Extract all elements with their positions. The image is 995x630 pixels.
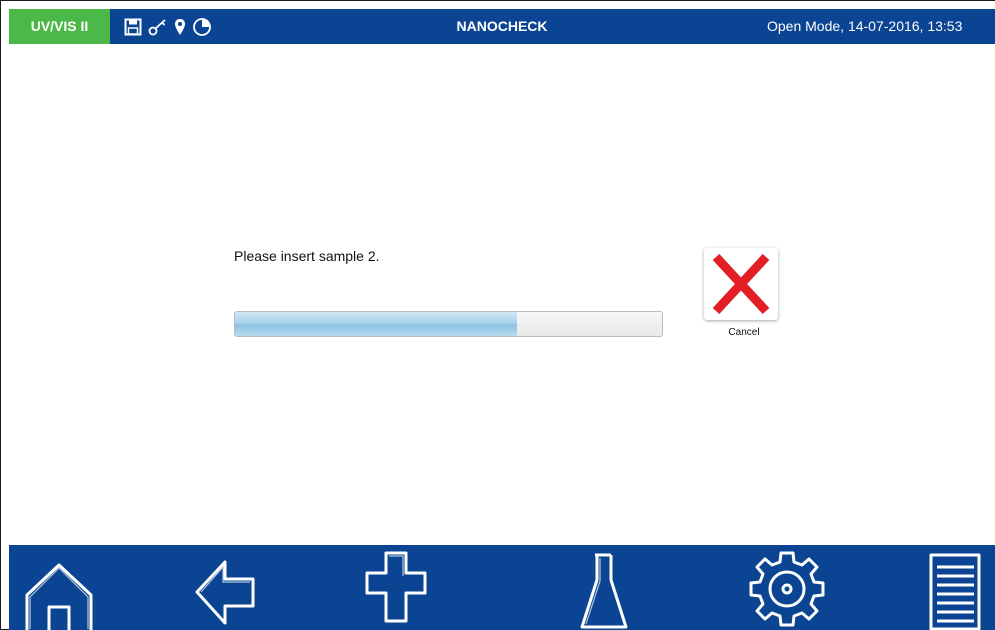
bottom-nav-bar [9,545,995,630]
home-button[interactable] [19,545,109,630]
home-icon [25,563,93,630]
settings-button[interactable] [747,545,837,630]
flask-icon [580,553,628,629]
mode-datetime: Open Mode, 14-07-2016, 13:53 [767,18,963,34]
add-button[interactable] [359,545,449,630]
add-icon [365,551,427,623]
status-icons [124,17,212,37]
key-icon [148,18,168,36]
pie-clock-icon [192,17,212,37]
instruction-text: Please insert sample 2. [234,248,380,264]
progress-bar [234,311,663,337]
menu-button[interactable] [919,545,995,630]
red-x-icon [712,253,770,315]
top-status-bar: UV/VIS II NANOCHECK Open Mode, 14-07-201… [9,9,995,44]
cancel-button[interactable] [704,248,778,320]
back-button[interactable] [189,545,279,630]
cancel-label: Cancel [728,327,760,338]
settings-gear-icon [749,551,825,627]
progress-fill [235,312,517,336]
location-pin-icon [174,18,186,36]
device-badge: UV/VIS II [9,9,110,44]
back-arrow-icon [195,560,255,625]
list-menu-icon [929,553,981,630]
save-icon [124,18,142,36]
measure-button[interactable] [574,545,664,630]
